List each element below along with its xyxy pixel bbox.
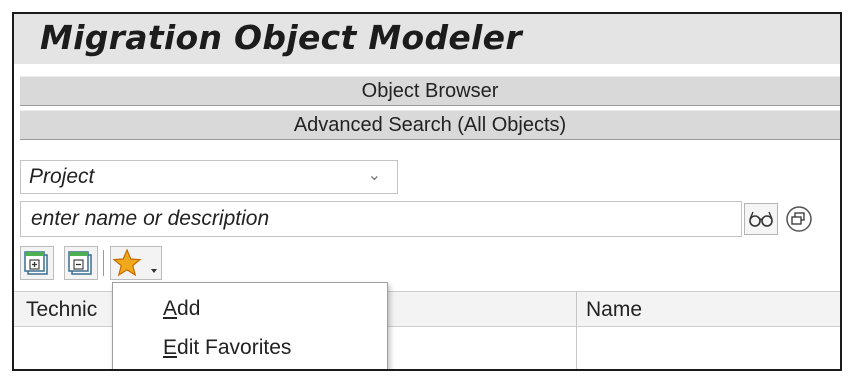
- search-field: [20, 201, 742, 237]
- menu-item-add-mnemonic: A: [163, 297, 178, 320]
- glasses-icon: [749, 211, 773, 227]
- toolbar-separator: [103, 250, 104, 276]
- title-bar: Migration Object Modeler: [14, 14, 840, 64]
- advanced-search-button[interactable]: Advanced Search (All Objects): [20, 110, 840, 140]
- favorites-star-icon: [112, 248, 157, 277]
- open-popup-button[interactable]: [782, 203, 816, 235]
- menu-item-edit-label: dit Favorites: [177, 336, 292, 359]
- column-header-name[interactable]: Name: [586, 298, 642, 322]
- favorites-menu-button[interactable]: [110, 246, 162, 280]
- object-browser-button[interactable]: Object Browser: [20, 76, 840, 106]
- popup-window-icon: [786, 206, 812, 232]
- chevron-down-icon: ⌄: [367, 165, 381, 184]
- expand-all-button[interactable]: [20, 246, 54, 280]
- column-divider: [576, 291, 577, 369]
- menu-item-edit-mnemonic: E: [163, 336, 178, 359]
- search-input[interactable]: [21, 202, 741, 236]
- menu-item-edit-favorites[interactable]: Edit Favorites: [113, 330, 387, 366]
- menu-item-add-label: dd: [177, 297, 201, 320]
- object-type-select[interactable]: Project ⌄: [20, 160, 398, 194]
- search-glasses-button[interactable]: [744, 203, 778, 235]
- app-title: Migration Object Modeler: [40, 18, 522, 57]
- object-type-value: Project: [29, 165, 95, 188]
- migration-object-modeler-window: Migration Object Modeler Object Browser …: [12, 12, 842, 371]
- expand-all-icon: [24, 251, 48, 275]
- favorites-dropdown-menu: Add Edit Favorites: [112, 282, 388, 369]
- collapse-all-icon: [68, 251, 92, 275]
- menu-item-add[interactable]: Add: [113, 291, 387, 327]
- column-header-technical-name[interactable]: Technic: [26, 298, 97, 322]
- collapse-all-button[interactable]: [64, 246, 98, 280]
